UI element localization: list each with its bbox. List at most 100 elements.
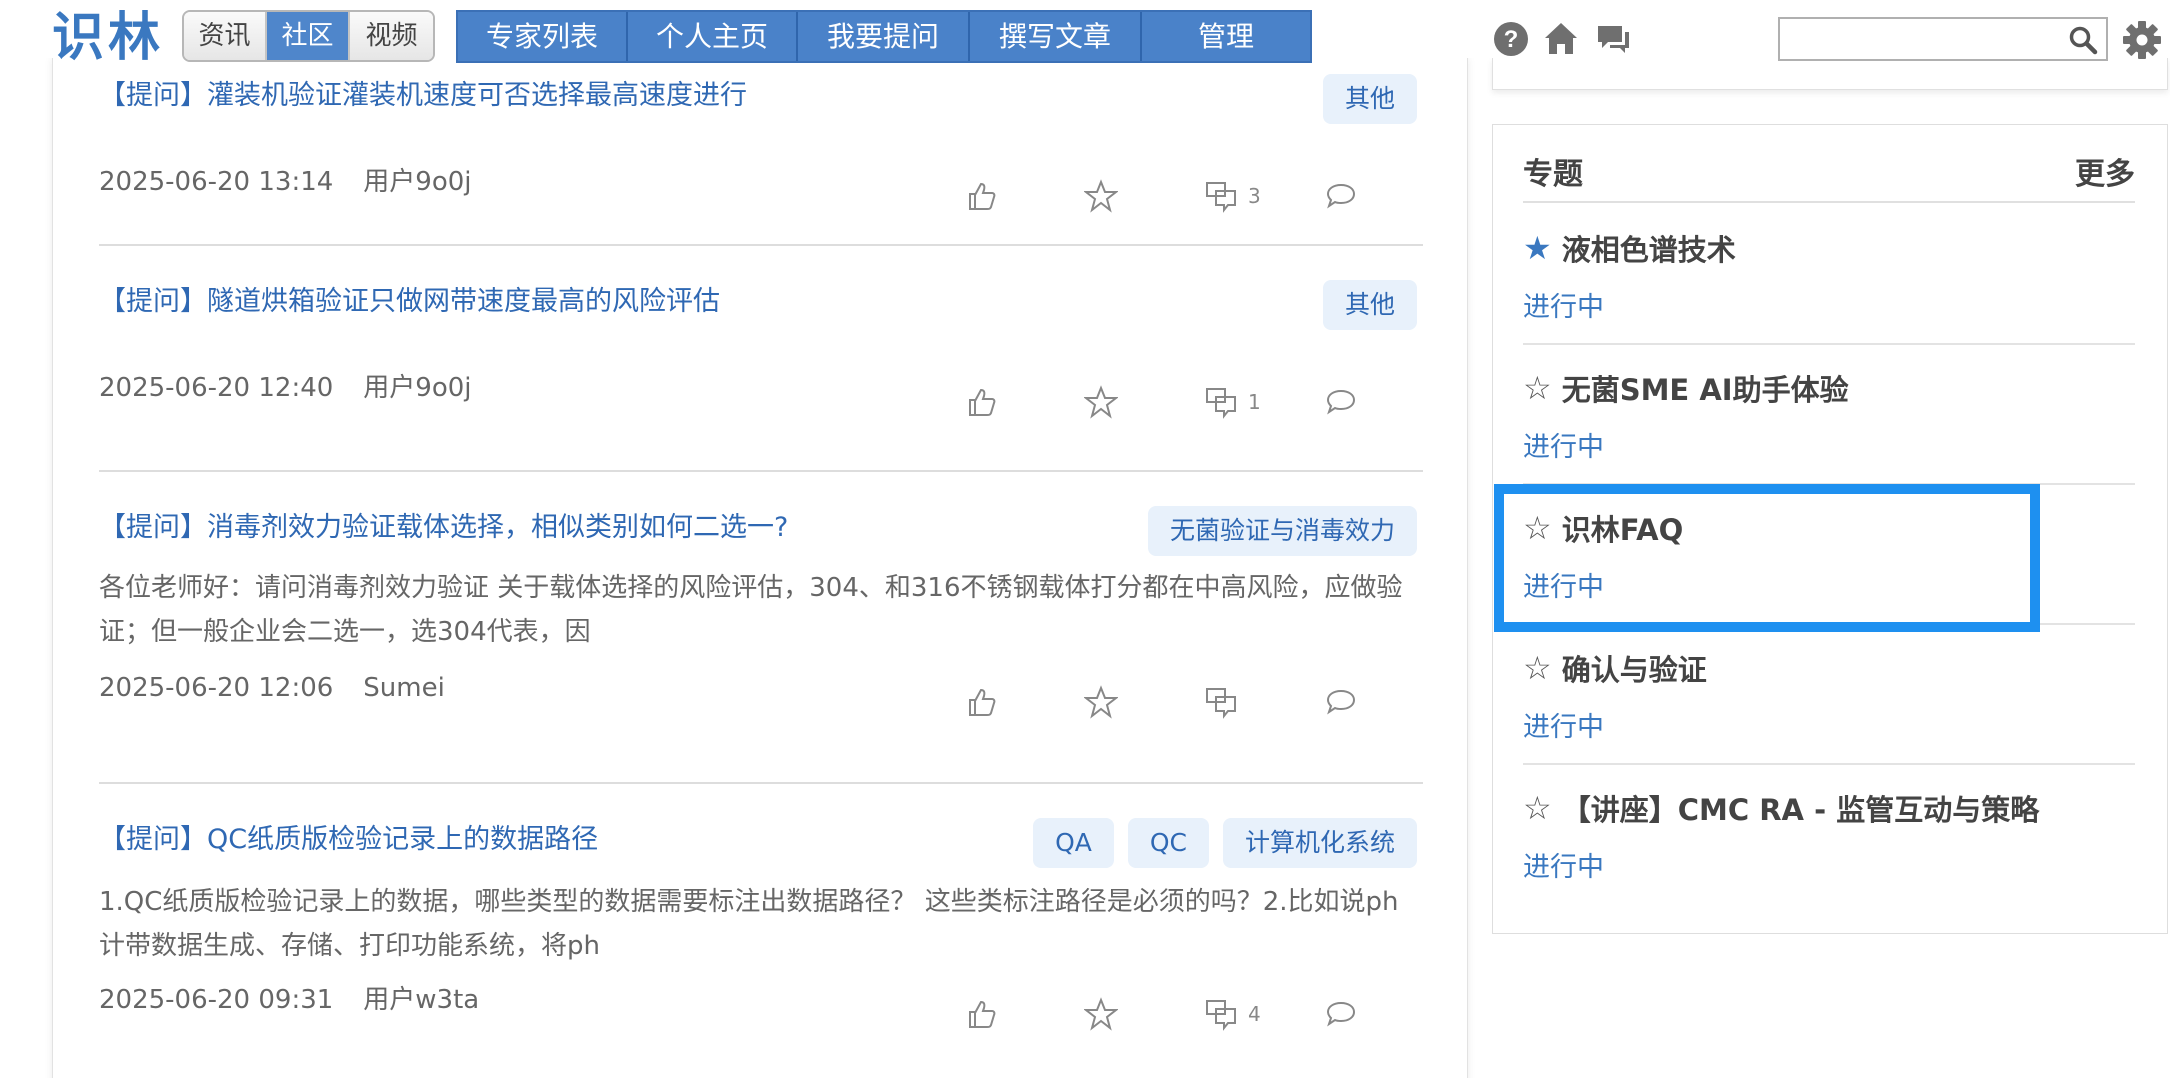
star-outline-icon[interactable]: ☆ — [1523, 369, 1552, 407]
question-excerpt: 1.QC纸质版检验记录上的数据，哪些类型的数据需要标注出数据路径？ 这些类标注路… — [99, 887, 1399, 961]
highlight-box — [1494, 484, 2040, 632]
comment-button[interactable] — [1324, 176, 1358, 216]
search-input[interactable] — [1778, 17, 2108, 61]
replies-icon — [1206, 388, 1236, 419]
like-button[interactable] — [964, 382, 998, 422]
topic-status: 进行中 — [1523, 852, 1604, 883]
favorite-button[interactable] — [1084, 994, 1118, 1034]
question-item: 【提问】消毒剂效力验证载体选择，相似类别如何二选一? 无菌验证与消毒效力 各位老… — [99, 484, 1423, 774]
reply-count-button[interactable] — [1204, 682, 1248, 722]
like-button[interactable] — [964, 682, 998, 722]
tag-badge[interactable]: QA — [1033, 818, 1114, 868]
comment-icon — [1326, 183, 1356, 209]
tag-badge[interactable]: 无菌验证与消毒效力 — [1147, 506, 1417, 556]
question-item: 【提问】隧道烘箱验证只做网带速度最高的风险评估 其他 2025-06-20 12… — [99, 258, 1423, 419]
favorite-button[interactable] — [1084, 382, 1118, 422]
action-bar: 4 — [99, 994, 1423, 1034]
reply-count-button[interactable]: 1 — [1204, 382, 1261, 422]
tag-badge[interactable]: 其他 — [1322, 74, 1417, 124]
question-title-link[interactable]: 【提问】隧道烘箱验证只做网带速度最高的风险评估 — [99, 284, 720, 320]
tag-badge[interactable]: 计算机化系统 — [1222, 818, 1417, 868]
topic-name[interactable]: ★ 液相色谱技术 — [1523, 227, 1736, 269]
divider — [99, 244, 1423, 246]
topic-name-text: 液相色谱技术 — [1561, 233, 1736, 267]
comment-button[interactable] — [1324, 682, 1358, 722]
section-switcher: 资讯 社区 视频 — [182, 10, 435, 62]
divider — [99, 782, 1423, 784]
site-logo[interactable]: 识林 — [52, 6, 164, 70]
action-bar: 3 — [99, 176, 1423, 216]
question-title-link[interactable]: 【提问】灌装机验证灌装机速度可否选择最高速度进行 — [99, 78, 747, 114]
reply-count-button[interactable]: 4 — [1204, 994, 1261, 1034]
reply-count-button[interactable]: 3 — [1204, 176, 1261, 216]
question-title-text: 消毒剂效力验证载体选择，相似类别如何二选一? — [207, 512, 789, 543]
question-title-link[interactable]: 【提问】QC纸质版检验记录上的数据路径 — [99, 822, 598, 858]
topic-status: 进行中 — [1523, 712, 1604, 743]
reply-count: 1 — [1248, 390, 1261, 414]
star-outline-icon — [1084, 685, 1118, 719]
star-outline-icon — [1084, 997, 1118, 1031]
action-bar — [99, 682, 1423, 722]
svg-text:?: ? — [1504, 26, 1519, 53]
question-list-panel: 【提问】灌装机验证灌装机速度可否选择最高速度进行 其他 2025-06-20 1… — [52, 58, 1468, 1078]
like-button[interactable] — [964, 176, 998, 216]
nav-admin[interactable]: 管理 — [1142, 12, 1310, 61]
reply-count: 4 — [1248, 1002, 1261, 1026]
topic-name[interactable]: ☆ 【讲座】CMC RA - 监管互动与策略 — [1523, 787, 2039, 829]
question-item: 【提问】灌装机验证灌装机速度可否选择最高速度进行 其他 2025-06-20 1… — [99, 58, 1423, 228]
topic-item[interactable]: ☆ 【讲座】CMC RA - 监管互动与策略 进行中 — [1523, 765, 2135, 905]
favorite-button[interactable] — [1084, 176, 1118, 216]
tag-badge[interactable]: 其他 — [1322, 280, 1417, 330]
topic-name[interactable]: ☆ 无菌SME AI助手体验 — [1523, 367, 1849, 409]
nav-expert-list[interactable]: 专家列表 — [458, 12, 628, 61]
favorite-button[interactable] — [1084, 682, 1118, 722]
chat-icon[interactable] — [1594, 20, 1632, 58]
comment-button[interactable] — [1324, 994, 1358, 1034]
tag-list: 其他 — [1322, 74, 1417, 124]
question-prefix: 【提问】 — [99, 286, 207, 317]
like-button[interactable] — [964, 994, 998, 1034]
topic-item[interactable]: ★ 液相色谱技术 进行中 — [1523, 205, 2135, 345]
segment-video[interactable]: 视频 — [350, 12, 433, 60]
star-outline-icon[interactable]: ☆ — [1523, 789, 1552, 827]
action-bar: 1 — [99, 382, 1423, 422]
top-header: 识林 资讯 社区 视频 专家列表 个人主页 我要提问 撰写文章 管理 ? — [0, 0, 2170, 68]
star-filled-icon[interactable]: ★ — [1523, 229, 1552, 267]
topic-item[interactable]: ☆ 无菌SME AI助手体验 进行中 — [1523, 345, 2135, 485]
search-icon[interactable] — [2068, 25, 2098, 55]
tag-list: 无菌验证与消毒效力 — [1147, 506, 1417, 556]
tag-list: QA QC 计算机化系统 — [1033, 818, 1417, 868]
replies-icon — [1206, 1000, 1236, 1031]
thumbs-up-icon — [969, 182, 996, 210]
nav-profile[interactable]: 个人主页 — [628, 12, 798, 61]
sidebar-top-card — [1492, 58, 2168, 90]
segment-news[interactable]: 资讯 — [184, 12, 267, 60]
star-outline-icon — [1084, 385, 1118, 419]
question-title-text: 灌装机验证灌装机速度可否选择最高速度进行 — [207, 80, 747, 111]
question-prefix: 【提问】 — [99, 80, 207, 111]
gear-icon[interactable] — [2122, 20, 2162, 60]
question-title-text: 隧道烘箱验证只做网带速度最高的风险评估 — [207, 286, 720, 317]
topic-name[interactable]: ☆ 确认与验证 — [1523, 647, 1707, 689]
comment-button[interactable] — [1324, 382, 1358, 422]
star-outline-icon[interactable]: ☆ — [1523, 649, 1552, 687]
nav-write-article[interactable]: 撰写文章 — [970, 12, 1142, 61]
nav-ask-question[interactable]: 我要提问 — [798, 12, 970, 61]
divider — [99, 470, 1423, 472]
reply-count: 3 — [1248, 184, 1261, 208]
topic-status: 进行中 — [1523, 432, 1604, 463]
help-icon[interactable]: ? — [1492, 20, 1530, 58]
comment-icon — [1326, 1001, 1356, 1027]
topic-item[interactable]: ☆ 确认与验证 进行中 — [1523, 625, 2135, 765]
segment-community[interactable]: 社区 — [267, 12, 350, 60]
question-title-link[interactable]: 【提问】消毒剂效力验证载体选择，相似类别如何二选一? — [99, 510, 788, 546]
question-item: 【提问】QC纸质版检验记录上的数据路径 QA QC 计算机化系统 1.QC纸质版… — [99, 796, 1423, 1078]
replies-icon — [1206, 688, 1236, 719]
topic-status: 进行中 — [1523, 292, 1604, 323]
thumbs-up-icon — [969, 388, 996, 416]
comment-icon — [1326, 689, 1356, 715]
topics-more-link[interactable]: 更多 — [2075, 149, 2135, 193]
home-icon[interactable] — [1542, 20, 1580, 58]
tag-badge[interactable]: QC — [1127, 818, 1209, 868]
topic-name-text: 无菌SME AI助手体验 — [1561, 373, 1849, 407]
